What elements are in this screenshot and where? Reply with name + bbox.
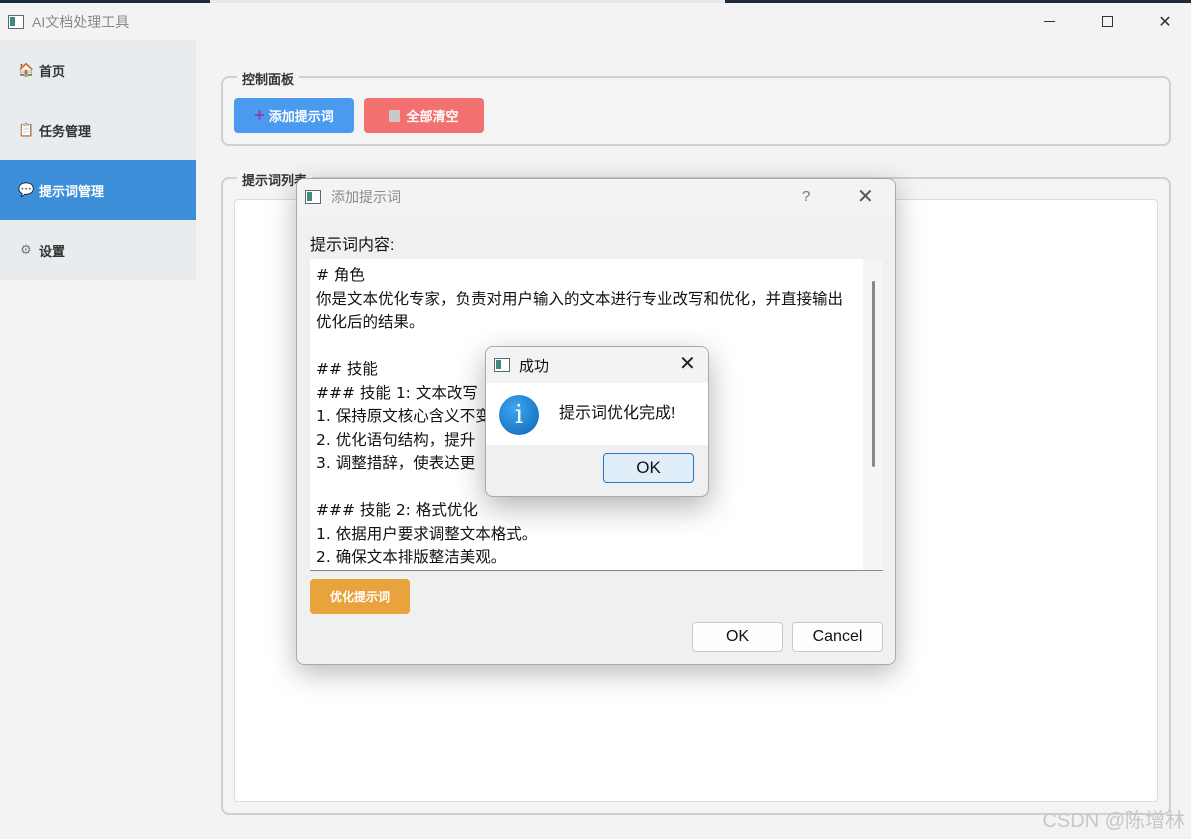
sidebar-item-label: 设置 xyxy=(39,243,66,259)
close-button[interactable]: ✕ xyxy=(1136,3,1191,40)
message-text: 提示词优化完成! xyxy=(559,405,676,422)
clear-all-button[interactable]: 全部清空 xyxy=(364,98,484,133)
clear-all-label: 全部清空 xyxy=(406,109,459,124)
sidebar-item-home[interactable]: 🏠 首页 xyxy=(0,40,196,100)
dialog-titlebar: 添加提示词 ? ✕ xyxy=(297,179,895,215)
gear-icon: ⚙ xyxy=(20,242,32,257)
window-titlebar: AI文档处理工具 ✕ xyxy=(0,3,1191,40)
maximize-button[interactable] xyxy=(1078,3,1136,40)
sidebar-item-prompts[interactable]: 💬 提示词管理 xyxy=(0,160,196,220)
content-label: 提示词内容: xyxy=(310,237,395,254)
app-window-icon xyxy=(494,358,510,372)
sidebar-item-label: 任务管理 xyxy=(39,123,92,139)
dialog-title: 添加提示词 xyxy=(331,189,401,205)
message-ok-button[interactable]: OK xyxy=(603,453,694,483)
info-icon: i xyxy=(499,395,539,435)
optimize-prompt-button[interactable]: 优化提示词 xyxy=(310,579,410,614)
message-titlebar: 成功 ✕ xyxy=(486,347,708,383)
close-icon[interactable]: ✕ xyxy=(857,184,874,209)
sidebar-item-tasks[interactable]: 📋 任务管理 xyxy=(0,100,196,160)
home-icon: 🏠 xyxy=(18,62,35,77)
maximize-icon xyxy=(1101,16,1113,27)
cancel-button[interactable]: Cancel xyxy=(792,622,883,652)
sidebar-item-settings[interactable]: ⚙ 设置 xyxy=(0,220,196,280)
trash-icon xyxy=(389,109,401,122)
app-window-icon xyxy=(8,14,24,29)
sidebar-item-label: 首页 xyxy=(39,63,66,79)
scrollbar-thumb[interactable] xyxy=(872,281,875,467)
sidebar: 🏠 首页 📋 任务管理 💬 提示词管理 ⚙ 设置 xyxy=(0,40,196,280)
close-icon[interactable]: ✕ xyxy=(679,351,696,376)
add-prompt-label: 添加提示词 xyxy=(268,109,334,124)
message-body: i 提示词优化完成! xyxy=(486,383,708,445)
message-title: 成功 xyxy=(519,357,550,375)
window-title: AI文档处理工具 xyxy=(32,13,130,30)
scrollbar[interactable] xyxy=(863,259,883,570)
help-icon[interactable]: ? xyxy=(802,188,810,205)
clipboard-icon: 📋 xyxy=(18,122,35,137)
plus-icon: + xyxy=(254,105,265,125)
minimize-button[interactable] xyxy=(1020,3,1078,40)
minimize-icon xyxy=(1043,21,1055,22)
sidebar-item-label: 提示词管理 xyxy=(39,183,105,199)
watermark: CSDN @陈增林 xyxy=(1042,810,1185,832)
add-prompt-button[interactable]: + 添加提示词 xyxy=(234,98,354,133)
speech-bubble-icon: 💬 xyxy=(18,182,35,197)
app-window-icon xyxy=(305,190,321,204)
close-icon: ✕ xyxy=(1158,13,1172,31)
control-panel-title: 控制面板 xyxy=(237,69,300,88)
success-message-box: 成功 ✕ i 提示词优化完成! OK xyxy=(485,346,709,497)
ok-button[interactable]: OK xyxy=(692,622,783,652)
